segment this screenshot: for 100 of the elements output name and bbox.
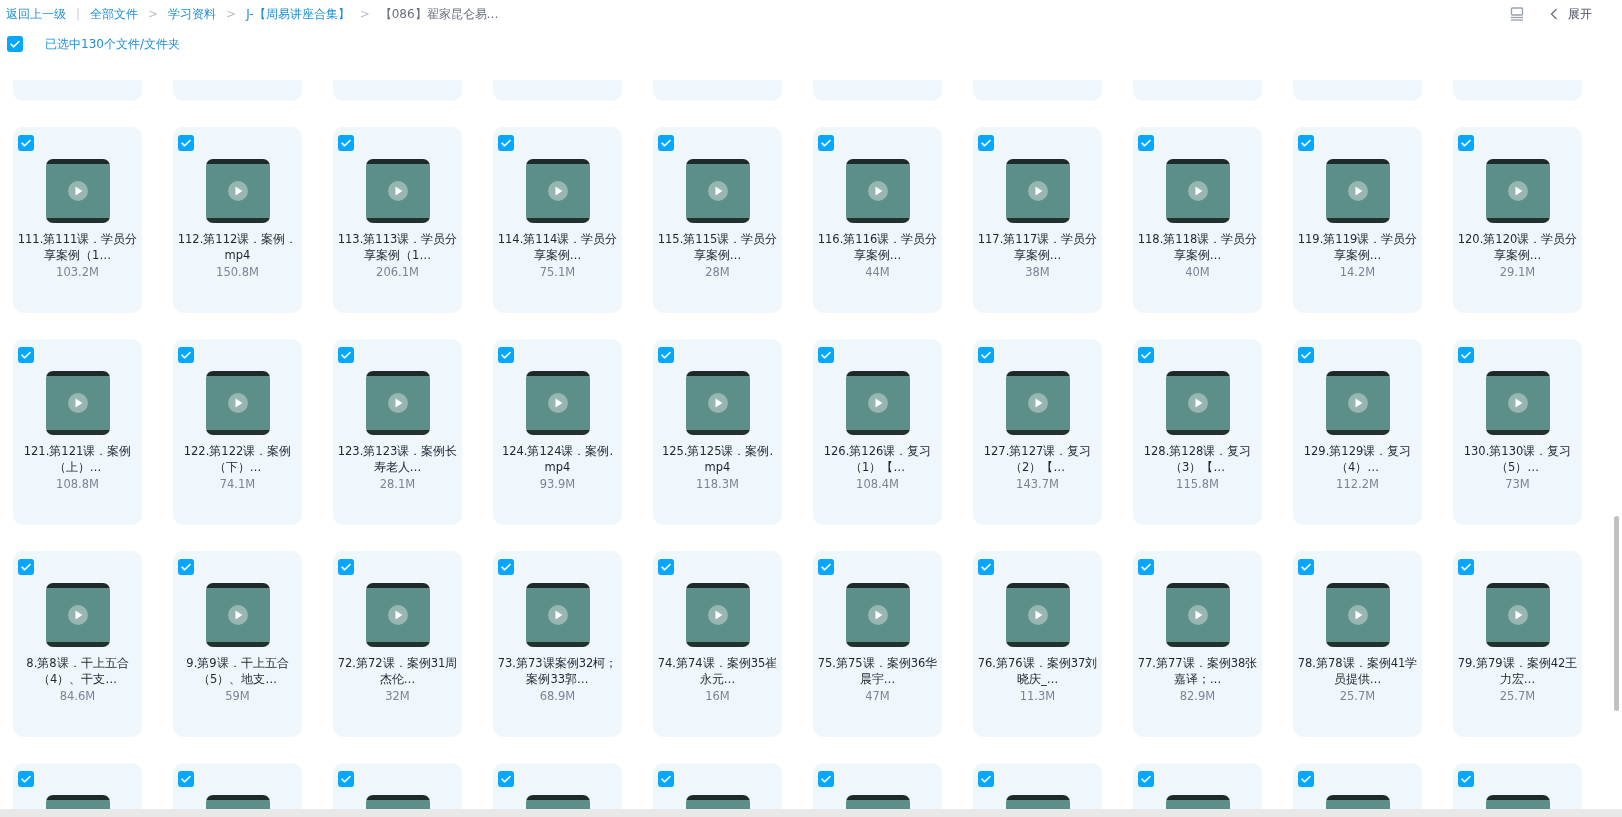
checkbox[interactable] [178,347,194,363]
checkbox[interactable] [178,771,194,787]
checkbox[interactable] [658,559,674,575]
file-name: 9.第9课．干上五合（5）、地支… [185,655,290,687]
checkbox[interactable] [1298,135,1314,151]
file-card[interactable]: 114.第114课．学员分享案例… 75.1M [493,127,622,313]
file-card[interactable]: 120.第120课．学员分享案例… 29.1M [1453,127,1582,313]
play-icon [1186,180,1209,202]
file-name: 123.第123课．案例长寿老人… [337,443,458,475]
file-size: 25.7M [1339,688,1376,704]
checkbox[interactable] [338,559,354,575]
file-card[interactable]: 112.第112课．案例．mp4 150.8M [173,127,302,313]
scrollbar-thumb[interactable] [1614,516,1619,711]
checkbox[interactable] [1138,771,1154,787]
checkbox[interactable] [658,347,674,363]
checkbox[interactable] [1138,559,1154,575]
checkbox[interactable] [498,559,514,575]
file-size: 47M [865,688,890,704]
play-icon [1186,392,1209,414]
breadcrumb-item[interactable]: 全部文件 [90,5,139,23]
file-card[interactable]: 127.第127课．复习（2）【… 143.7M [973,339,1102,525]
file-card[interactable]: 116.第116课．学员分享案例… 44M [813,127,942,313]
breadcrumb-item[interactable]: J-【周易讲座合集】 [246,5,350,23]
file-card[interactable]: 117.第117课．学员分享案例… 38M [973,127,1102,313]
file-size: 115.8M [1176,476,1219,492]
checkbox[interactable] [178,135,194,151]
file-size: 28.1M [379,476,416,492]
checkbox[interactable] [338,347,354,363]
breadcrumb-item[interactable]: 学习资料 [168,5,217,23]
play-icon [386,392,409,414]
file-card[interactable]: 76.第76课．案例37刘晓庆_… 11.3M [973,551,1102,737]
horizontal-scrollbar[interactable] [0,809,1622,817]
file-name: 72.第72课．案例31周杰伦… [337,655,458,687]
file-card[interactable]: 125.第125课．案例.mp4 118.3M [653,339,782,525]
list-view-icon[interactable] [1510,7,1524,21]
checkbox[interactable] [818,135,834,151]
checkbox[interactable] [978,347,994,363]
file-card[interactable]: 123.第123课．案例长寿老人… 28.1M [333,339,462,525]
checkbox[interactable] [7,36,23,52]
file-name: 126.第126课．复习（1）【… [822,443,933,475]
file-card[interactable]: 119.第119课．学员分享案例… 14.2M [1293,127,1422,313]
checkbox[interactable] [1458,559,1474,575]
file-card[interactable]: 130.第130课．复习（5）… 73M [1453,339,1582,525]
checkbox[interactable] [1298,559,1314,575]
checkbox[interactable] [498,347,514,363]
checkbox[interactable] [1138,135,1154,151]
file-card[interactable]: 111.第111课．学员分享案例（1… 103.2M [13,127,142,313]
file-card[interactable]: 77.第77课．案例38张嘉译；… 82.9M [1133,551,1262,737]
checkbox[interactable] [658,135,674,151]
file-card[interactable]: 118.第118课．学员分享案例… 40M [1133,127,1262,313]
file-card[interactable]: 113.第113课．学员分享案例（1… 206.1M [333,127,462,313]
checkbox[interactable] [1298,347,1314,363]
file-card[interactable]: 122.第122课．案例（下）… 74.1M [173,339,302,525]
checkbox[interactable] [338,135,354,151]
checkbox[interactable] [818,771,834,787]
checkbox[interactable] [1458,347,1474,363]
file-card[interactable]: 129.第129课．复习（4）… 112.2M [1293,339,1422,525]
checkbox[interactable] [978,559,994,575]
file-card[interactable]: 9.第9课．干上五合（5）、地支… 59M [173,551,302,737]
play-icon [386,180,409,202]
checkbox[interactable] [1458,771,1474,787]
checkbox[interactable] [818,347,834,363]
checkbox[interactable] [978,135,994,151]
file-card[interactable]: 115.第115课．学员分享案例… 28M [653,127,782,313]
checkbox[interactable] [18,559,34,575]
file-size: 40M [1185,264,1210,280]
checkbox[interactable] [1458,135,1474,151]
checkbox[interactable] [18,347,34,363]
file-card[interactable]: 75.第75课．案例36华晨宇… 47M [813,551,942,737]
play-icon [1026,180,1049,202]
checkbox[interactable] [338,771,354,787]
file-name: 76.第76课．案例37刘晓庆_… [977,655,1098,687]
checkbox[interactable] [18,771,34,787]
checkbox[interactable] [978,771,994,787]
checkbox[interactable] [1298,771,1314,787]
checkbox[interactable] [498,135,514,151]
file-size: 108.8M [56,476,99,492]
checkbox[interactable] [18,135,34,151]
play-icon [706,180,729,202]
checkbox[interactable] [658,771,674,787]
file-card[interactable]: 121.第121课．案例（上）… 108.8M [13,339,142,525]
expand-button[interactable]: 展开 [1568,5,1592,23]
file-card[interactable]: 74.第74课．案例35崔永元… 16M [653,551,782,737]
file-card[interactable]: 72.第72课．案例31周杰伦… 32M [333,551,462,737]
breadcrumb-arrow: > [226,7,237,21]
file-card[interactable]: 124.第124课．案例.mp4 93.9M [493,339,622,525]
file-card[interactable]: 126.第126课．复习（1）【… 108.4M [813,339,942,525]
chevron-left-icon[interactable] [1550,8,1558,20]
file-card[interactable]: 8.第8课．干上五合（4）、干支… 84.6M [13,551,142,737]
file-size: 143.7M [1016,476,1059,492]
checkbox[interactable] [498,771,514,787]
file-size: 118.3M [696,476,739,492]
checkbox[interactable] [818,559,834,575]
file-card[interactable]: 79.第79课．案例42王力宏… 25.7M [1453,551,1582,737]
file-card[interactable]: 73.第73课案例32柯；案例33郭… 68.9M [493,551,622,737]
back-link[interactable]: 返回上一级 [6,5,66,23]
checkbox[interactable] [178,559,194,575]
file-card[interactable]: 128.第128课．复习（3）【… 115.8M [1133,339,1262,525]
checkbox[interactable] [1138,347,1154,363]
file-card[interactable]: 78.第78课．案例41学员提供… 25.7M [1293,551,1422,737]
